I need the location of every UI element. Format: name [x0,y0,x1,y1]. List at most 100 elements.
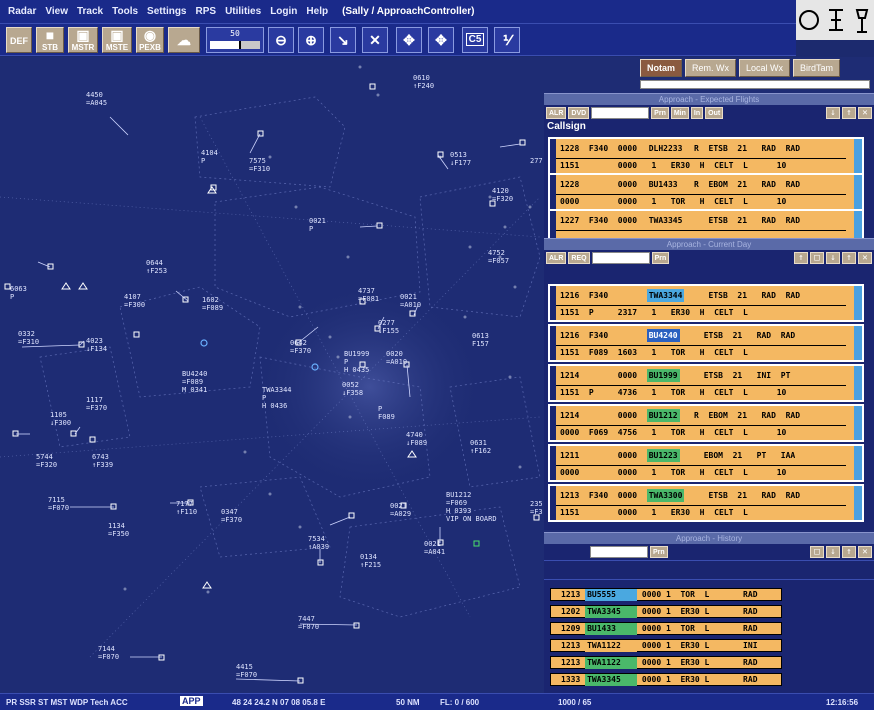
remote-wx-button[interactable]: Rem. Wx [685,59,737,77]
history-row[interactable]: 1213 TWA1122 0000 1 ER30 L INI [550,639,782,652]
track-label[interactable]: 7144 =F070 [98,645,119,661]
flight-strip[interactable]: 1211 0000 BU1223 EBOM 21 PT IAA 0000 0000… [548,444,864,482]
min-button[interactable]: Min [670,107,689,119]
track-label[interactable]: 6063 P [10,285,27,301]
track-label[interactable]: 1602 =F089 [202,296,223,312]
menu-tools[interactable]: Tools [112,6,138,17]
track-label[interactable]: 1105 ↓F300 [50,411,71,427]
track-label[interactable]: 0020 =A010 [386,350,407,366]
arrow-up-icon[interactable]: ↑ [842,546,856,558]
close-icon[interactable]: ✕ [858,546,872,558]
track-label[interactable]: 4023 ↓F134 [86,337,107,353]
track-label[interactable]: 0021 =A041 [424,540,445,556]
menu-utilities[interactable]: Utilities [225,6,261,17]
arrow-down-icon[interactable]: ↓ [826,107,840,119]
zoom-in-button[interactable]: ⊕ [298,27,324,53]
track-label[interactable]: 7534 ↑A039 [308,535,329,551]
strip-callsign[interactable]: BU1212 [646,409,680,422]
stb-button[interactable]: ■ STB [36,27,64,53]
track-label[interactable]: 0513 ↓F177 [450,151,471,167]
flight-strip[interactable]: 1214 0000 BU1999 ETSB 21 INI PT 1151 P 47… [548,364,864,402]
arrow-up-icon[interactable]: ↑ [842,252,856,264]
track-label[interactable]: 4120 =F320 [492,187,513,203]
zoom-out-button[interactable]: ⊖ [268,27,294,53]
track-label[interactable]: 4415 =F070 [236,663,257,679]
track-label[interactable]: 7575 =F310 [249,157,270,173]
strip-callsign[interactable]: BU1999 [646,369,680,382]
def-button[interactable]: DEF [6,27,32,53]
print-button[interactable]: Prn [650,546,668,558]
track-label[interactable]: 7115 =F070 [48,496,69,512]
menu-rps[interactable]: RPS [196,6,217,17]
strip-callsign[interactable]: TWA3344 [646,289,685,302]
close-icon[interactable]: ✕ [858,252,872,264]
flight-strip[interactable]: 1228 F340 0000 DLH2233 R ETSB 21 RAD RAD… [548,137,864,175]
track-label[interactable]: 0332 =F310 [18,330,39,346]
c5-button[interactable]: C5 [462,27,488,53]
strip-callsign[interactable]: DLH2233 [646,142,685,155]
collapse-icon[interactable]: □ [810,252,824,264]
menu-help[interactable]: Help [306,6,328,17]
clear-button[interactable]: ✕ [362,27,388,53]
history-row[interactable]: 1213 TWA1122 0000 1 ER30 L RAD [550,656,782,669]
menu-login[interactable]: Login [270,6,297,17]
in-button[interactable]: In [690,107,704,119]
history-row[interactable]: 1202 TWA3345 0000 1 ER30 L RAD [550,605,782,618]
notam-scrollbar[interactable] [640,80,870,89]
track-label[interactable]: BU1999 P H 0435 [344,350,369,374]
track-label[interactable]: BU1212 =F069 H 0393 VIP ON BOARD [446,491,497,523]
track-label[interactable]: 4737 =F081 [358,287,379,303]
track-label[interactable]: 1117 =F370 [86,396,107,412]
arrow-down-icon[interactable]: ↓ [826,546,840,558]
req-button[interactable]: REQ [568,252,590,264]
print-button[interactable]: Prn [651,107,669,119]
track-label[interactable]: 4107 =F300 [124,293,145,309]
arrow-up-icon[interactable]: ↑ [842,107,856,119]
strip-callsign[interactable]: BU4240 [646,329,680,342]
pan-small-button[interactable]: ✥ [396,27,422,53]
history-row[interactable]: 1333 TWA3345 0000 1 ER30 L RAD [550,673,782,686]
alr-button[interactable]: ALR [546,252,567,264]
track-label[interactable]: 0644 ↑F253 [146,259,167,275]
track-label[interactable]: 235 =F3 [530,500,543,516]
mstr-button[interactable]: ▣ MSTR [68,27,98,53]
sort-icon[interactable]: ↑ [794,252,808,264]
flight-strip[interactable]: 1216 F340 BU4240 ETSB 21 RAD RAD 1151 F08… [548,324,864,362]
history-filter-input[interactable] [590,546,648,558]
track-label[interactable]: 0347 =F370 [221,508,242,524]
track-label[interactable]: 0052 ↓F358 [342,381,363,397]
flight-strip[interactable]: 1213 F340 0000 TWA3300 ETSB 21 RAD RAD 11… [548,484,864,522]
mste-button[interactable]: ▣ MSTE [102,27,132,53]
alr-button[interactable]: ALR [546,107,567,119]
track-label[interactable]: 6743 ↑F339 [92,453,113,469]
track-label[interactable]: 4104 P [201,149,218,165]
track-label[interactable]: 0613 F157 [472,332,489,348]
track-label[interactable]: 0021 =A010 [400,293,421,309]
flight-level-filter[interactable]: FL: 0 / 600 [440,698,479,707]
track-label[interactable]: 277 [530,157,543,165]
ruler-button[interactable]: ⅟ [494,27,520,53]
menu-radar[interactable]: Radar [8,6,36,17]
menu-track[interactable]: Track [77,6,103,17]
strip-callsign[interactable]: BU1223 [646,449,680,462]
menu-view[interactable]: View [45,6,68,17]
pexb-button[interactable]: ◉ PEXB [136,27,164,53]
birdtam-button[interactable]: BirdTam [793,59,841,77]
print-button[interactable]: Prn [651,252,670,264]
pan-button[interactable]: ✥ [428,27,454,53]
track-label[interactable]: P F089 [378,405,395,421]
track-label[interactable]: 0021 =A029 [390,502,411,518]
track-label[interactable]: 0642 =F370 [290,339,311,355]
current-filter-input[interactable] [591,252,650,264]
flight-strip[interactable]: 1228 0000 BU1433 R EBOM 21 RAD RAD 0000 0… [548,173,864,211]
flight-strip[interactable]: 1216 F340 TWA3344 ETSB 21 RAD RAD 1151 P … [548,284,864,322]
track-label[interactable]: 0631 ↑F162 [470,439,491,455]
track-label[interactable]: 4450 =A045 [86,91,107,107]
track-label[interactable]: BU4240 =F089 M 0341 [182,370,207,394]
track-label[interactable]: 0277 ↓F155 [378,319,399,335]
expected-filter-input[interactable] [591,107,650,119]
out-button[interactable]: Out [705,107,724,119]
track-label[interactable]: 1134 =F350 [108,522,129,538]
track-label[interactable]: 4752 =F057 [488,249,509,265]
track-label[interactable]: 0021 P [309,217,326,233]
